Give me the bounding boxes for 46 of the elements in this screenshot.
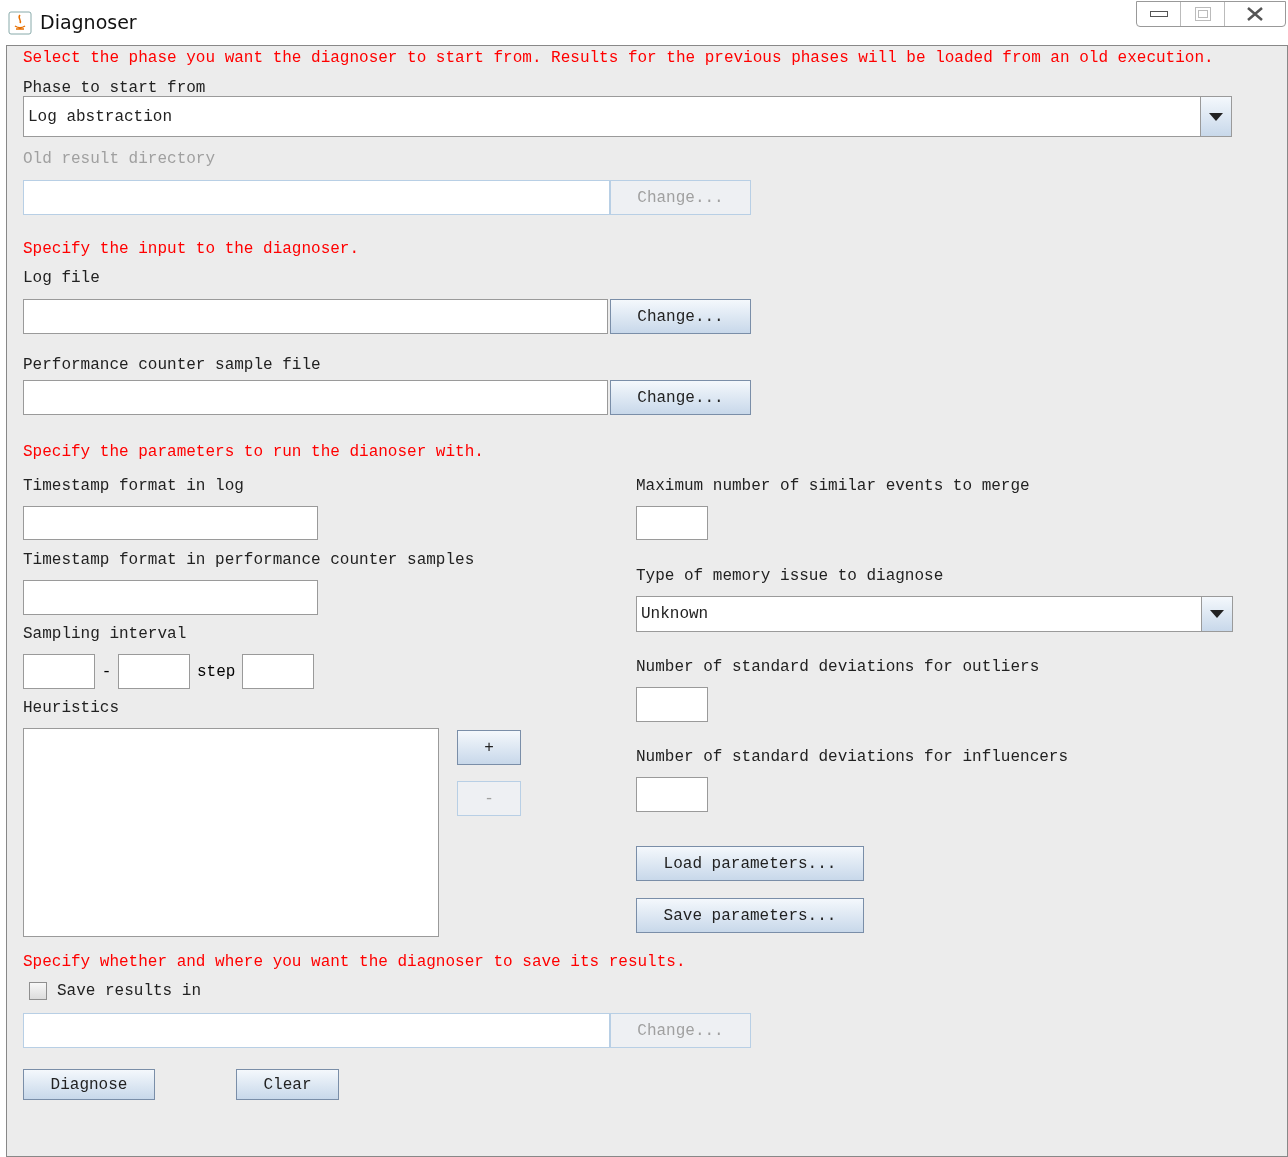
action-button[interactable]: Clear: [236, 1069, 339, 1100]
text-field[interactable]: [636, 506, 708, 540]
window-title: Diagnoser: [40, 10, 137, 36]
field-label: Maximum number of similar events to merge: [636, 478, 1031, 494]
text-field[interactable]: [242, 654, 315, 689]
step-label: step: [196, 661, 237, 683]
checkbox[interactable]: [29, 982, 47, 1000]
close-icon: [1246, 6, 1264, 21]
text-field[interactable]: [636, 687, 708, 722]
field-label: Old result directory: [23, 151, 217, 167]
field-label: Performance counter sample file: [23, 357, 322, 373]
instruction-text: Specify the parameters to run the dianoser with.: [23, 444, 485, 460]
text-field[interactable]: [23, 654, 95, 689]
dropdown-value: Log abstraction: [27, 106, 174, 128]
action-button[interactable]: Diagnose: [23, 1069, 155, 1100]
dropdown[interactable]: Unknown: [636, 596, 1233, 632]
minimize-icon: [1149, 10, 1168, 17]
file-field[interactable]: [23, 299, 608, 334]
instruction-text: Specify whether and where you want the diagnoser to save its results.: [23, 954, 687, 970]
text-field[interactable]: [118, 654, 190, 689]
field-label: Number of standard deviations for outliers: [636, 659, 1041, 675]
file-field[interactable]: [23, 380, 608, 415]
field-label: Phase to start from: [23, 80, 207, 96]
change-button[interactable]: Change...: [610, 299, 751, 334]
app-icon: [8, 10, 32, 35]
load-parameters-button[interactable]: Load parameters...: [636, 846, 864, 881]
instruction-text: Specify the input to the diagnoser.: [23, 241, 361, 257]
text-field[interactable]: [23, 506, 318, 540]
maximize-icon: [1194, 6, 1211, 21]
field-label: Timestamp format in performance counter samples: [23, 552, 476, 568]
field-label: Heuristics: [23, 700, 120, 716]
text-field[interactable]: [23, 580, 318, 615]
add-button[interactable]: +: [457, 730, 521, 765]
range-separator: -: [100, 661, 113, 683]
field-label: Sampling interval: [23, 626, 188, 642]
dropdown-value: Unknown: [640, 604, 710, 625]
field-label: Log file: [23, 270, 101, 286]
change-button[interactable]: Change...: [610, 380, 751, 415]
field-label: Type of memory issue to diagnose: [636, 568, 945, 584]
instruction-text: Select the phase you want the diagnoser to start from. Results for the previous phases will be loaded from an old execution.: [23, 50, 1215, 66]
field-label: Number of standard deviations for influencers: [636, 749, 1070, 765]
field-label: Timestamp format in log: [23, 478, 245, 494]
checkbox-label: Save results in: [57, 981, 202, 1002]
text-field[interactable]: [636, 777, 708, 812]
dropdown[interactable]: Log abstraction: [23, 96, 1232, 137]
save-parameters-button[interactable]: Save parameters...: [636, 898, 864, 933]
